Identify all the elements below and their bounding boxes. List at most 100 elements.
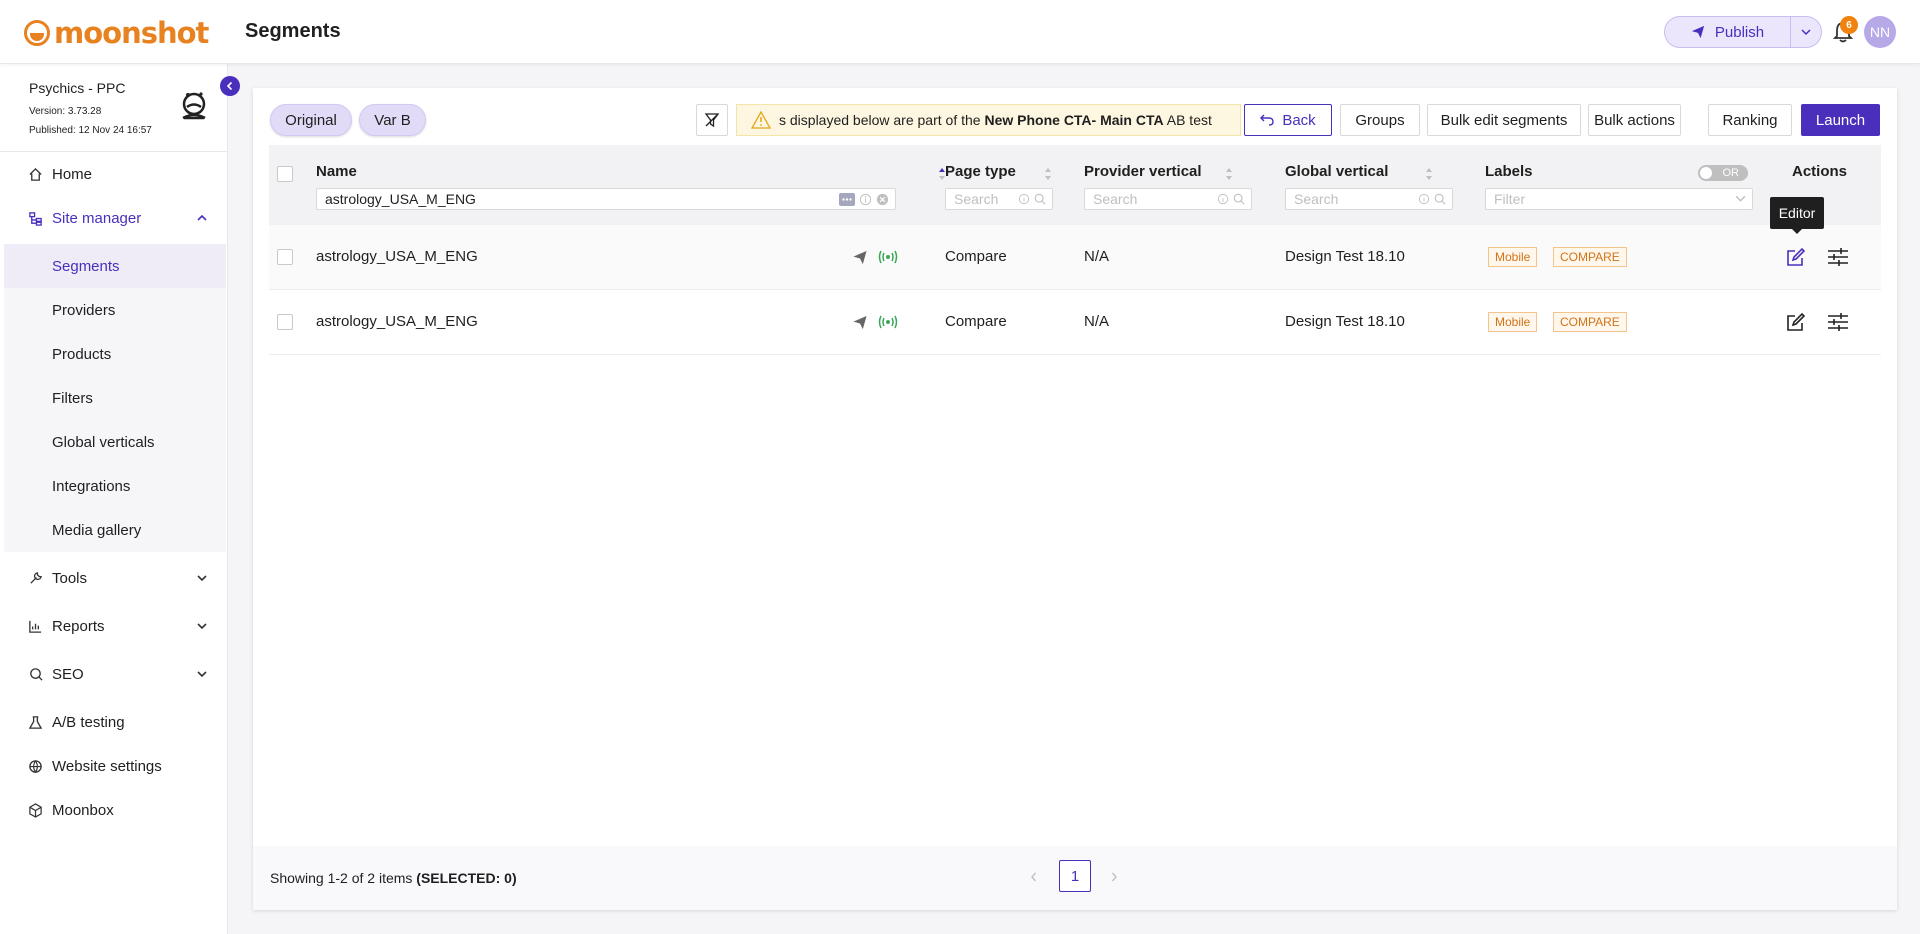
row-checkbox[interactable] (277, 314, 293, 330)
bulk-edit-segments-button[interactable]: Bulk edit segments (1427, 104, 1581, 136)
pagination-next-button[interactable] (1109, 870, 1121, 886)
notification-badge: 6 (1840, 16, 1858, 34)
back-label: Back (1282, 111, 1316, 129)
sidebar-subitem-segments[interactable]: Segments (4, 244, 226, 288)
clear-filters-button[interactable] (696, 104, 728, 136)
chevron-down-icon (197, 575, 207, 582)
sidebar-item-label: Home (52, 165, 93, 183)
chevron-down-icon (1801, 29, 1811, 36)
select-icons (1735, 193, 1746, 204)
provider-vertical-search-input[interactable]: Search (1084, 188, 1252, 210)
sidebar-item-ab-testing[interactable]: A/B testing (0, 700, 228, 744)
sidebar-collapse-button[interactable] (220, 76, 240, 96)
column-header-global-vertical[interactable]: Global vertical (1285, 163, 1388, 180)
global-vertical: Design Test 18.10 (1285, 313, 1405, 330)
sidebar-subitem-media-gallery[interactable]: Media gallery (4, 508, 226, 552)
sidebar-item-label: Site manager (52, 209, 142, 227)
row-checkbox[interactable] (277, 249, 293, 265)
label-tag: COMPARE (1553, 312, 1627, 332)
column-header-provider-vertical[interactable]: Provider vertical (1084, 163, 1202, 180)
select-all-checkbox[interactable] (277, 166, 293, 182)
name-filter-input[interactable]: astrology_USA_M_ENG (316, 188, 896, 210)
variant-b-pill[interactable]: Var B (359, 104, 426, 136)
sliders-icon[interactable] (1827, 312, 1849, 332)
showing-text: Showing 1-2 of 2 items (270, 870, 417, 886)
logo-text: moonshot (54, 16, 209, 50)
sidebar: Psychics - PPC Version: 3.73.28 Publishe… (0, 64, 228, 934)
sidebar-subitem-label: Global verticals (52, 433, 155, 451)
ranking-button[interactable]: Ranking (1708, 104, 1792, 136)
search-icon (1233, 193, 1245, 205)
sort-icon[interactable] (1044, 167, 1052, 181)
broadcast-icon (878, 250, 898, 264)
publish-dropdown-button[interactable] (1791, 27, 1821, 37)
page-type: Compare (945, 313, 1007, 330)
table-row[interactable]: astrology_USA_M_ENG Compare N/A Design T… (269, 225, 1881, 290)
sidebar-item-moonbox[interactable]: Moonbox (0, 788, 228, 832)
column-header-name[interactable]: Name (316, 163, 357, 180)
segments-card: Original Var B s displayed below are par… (253, 88, 1897, 910)
search-input-icons (1418, 193, 1446, 205)
edit-icon[interactable] (1785, 246, 1807, 268)
sidebar-subitem-label: Products (52, 345, 112, 363)
labels-or-toggle[interactable]: OR (1698, 165, 1748, 181)
variant-original-pill[interactable]: Original (270, 104, 352, 136)
chevron-down-icon (197, 623, 207, 630)
publish-button-group: Publish (1664, 16, 1822, 48)
sidebar-subitem-label: Providers (52, 301, 116, 319)
sort-icon[interactable] (1225, 167, 1233, 181)
launch-button[interactable]: Launch (1801, 104, 1880, 136)
table-footer: Showing 1-2 of 2 items (SELECTED: 0) 1 (253, 846, 1897, 910)
moonshot-logo[interactable]: moonshot (24, 16, 209, 50)
label-tag: Mobile (1488, 247, 1538, 267)
provider-vertical: N/A (1084, 248, 1110, 265)
chevron-right-icon (1111, 872, 1117, 882)
sidebar-subitem-filters[interactable]: Filters (4, 376, 226, 420)
sidebar-item-reports[interactable]: Reports (0, 604, 228, 648)
seo-icon (27, 666, 43, 682)
sidebar-subitem-label: Segments (52, 257, 120, 275)
ab-test-banner: s displayed below are part of the New Ph… (736, 104, 1241, 136)
sidebar-subitem-products[interactable]: Products (4, 332, 226, 376)
return-arrow-icon (1260, 114, 1275, 126)
bulk-actions-button[interactable]: Bulk actions (1588, 104, 1681, 136)
site-published: Published: 12 Nov 24 16:57 (29, 125, 152, 136)
sidebar-subitem-integrations[interactable]: Integrations (4, 464, 226, 508)
search-input-icons (1217, 193, 1245, 205)
column-header-page-type[interactable]: Page type (945, 163, 1016, 180)
sidebar-item-seo[interactable]: SEO (0, 652, 228, 696)
publish-button[interactable]: Publish (1665, 17, 1791, 47)
segment-name[interactable]: astrology_USA_M_ENG (316, 313, 478, 330)
page-type-search-input[interactable]: Search (945, 188, 1053, 210)
sort-icon[interactable] (1425, 167, 1433, 181)
sidebar-item-label: A/B testing (52, 713, 125, 731)
global-vertical: Design Test 18.10 (1285, 248, 1405, 265)
sidebar-subitem-global-verticals[interactable]: Global verticals (4, 420, 226, 464)
provider-vertical: N/A (1084, 313, 1110, 330)
sliders-icon[interactable] (1827, 247, 1849, 267)
home-icon (27, 166, 43, 182)
sidebar-item-website-settings[interactable]: Website settings (0, 744, 228, 788)
chevron-left-icon (1031, 872, 1037, 882)
global-vertical-search-input[interactable]: Search (1285, 188, 1453, 210)
pagination-page-1[interactable]: 1 (1059, 860, 1091, 892)
groups-button[interactable]: Groups (1340, 104, 1420, 136)
table-row[interactable]: astrology_USA_M_ENG Compare N/A Design T… (269, 290, 1881, 355)
avatar[interactable]: NN (1864, 16, 1896, 48)
labels-filter-select[interactable]: Filter (1485, 188, 1753, 210)
name-filter-icons (839, 193, 889, 206)
segment-name[interactable]: astrology_USA_M_ENG (316, 248, 478, 265)
more-icon[interactable] (839, 193, 855, 206)
search-icon (1034, 193, 1046, 205)
chevron-up-icon (197, 214, 207, 221)
edit-icon[interactable] (1785, 311, 1807, 333)
site-info: Psychics - PPC Version: 3.73.28 Publishe… (0, 64, 228, 152)
sidebar-item-tools[interactable]: Tools (0, 556, 228, 600)
sidebar-subitem-providers[interactable]: Providers (4, 288, 226, 332)
pagination-prev-button[interactable] (1029, 870, 1041, 886)
back-button[interactable]: Back (1244, 104, 1332, 136)
sidebar-item-site-manager[interactable]: Site manager (0, 196, 228, 240)
sidebar-item-home[interactable]: Home (0, 152, 228, 196)
chevron-down-icon (1735, 195, 1746, 202)
clear-icon[interactable] (876, 193, 889, 206)
